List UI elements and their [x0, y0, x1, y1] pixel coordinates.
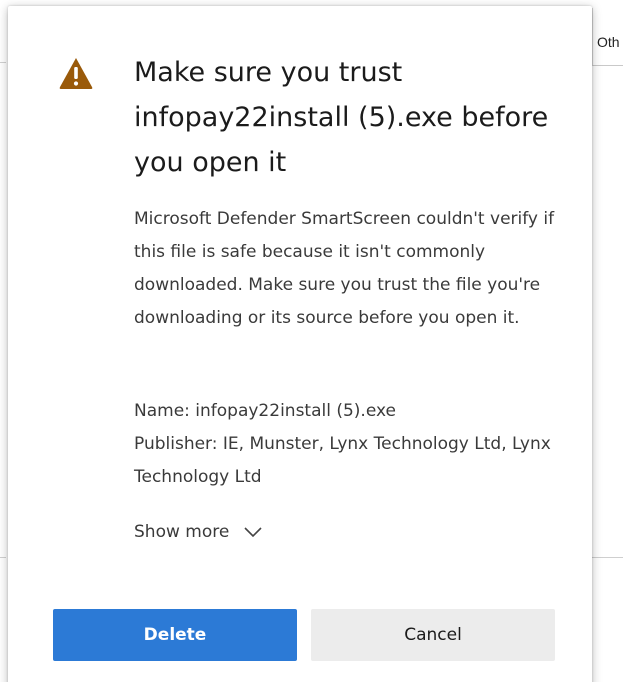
cancel-button[interactable]: Cancel [311, 609, 555, 661]
background-divider [0, 557, 6, 558]
background-edge-left [0, 0, 6, 682]
chevron-down-icon [244, 527, 262, 538]
show-more-label: Show more [134, 522, 230, 542]
background-tab[interactable]: Oth [592, 8, 623, 66]
show-more-button[interactable]: Show more [134, 522, 263, 542]
smartscreen-warning-dialog: Make sure you trust infopay22install (5)… [8, 6, 592, 682]
background-browser-area: Oth [592, 0, 623, 682]
delete-button[interactable]: Delete [53, 609, 297, 661]
background-divider [0, 62, 6, 63]
background-divider [592, 557, 623, 558]
file-name-line: Name: infopay22install (5).exe [134, 401, 396, 421]
screen: Oth Make sure you trust infopay22install… [0, 0, 623, 682]
file-publisher-line: Publisher: IE, Munster, Lynx Technology … [134, 434, 551, 487]
background-tab-label: Oth [597, 34, 620, 50]
file-details: Name: infopay22install (5).exe Publisher… [134, 395, 564, 494]
dialog-title: Make sure you trust infopay22install (5)… [134, 57, 549, 178]
warning-triangle-icon [59, 58, 93, 89]
dialog-description: Microsoft Defender SmartScreen couldn't … [134, 209, 555, 328]
